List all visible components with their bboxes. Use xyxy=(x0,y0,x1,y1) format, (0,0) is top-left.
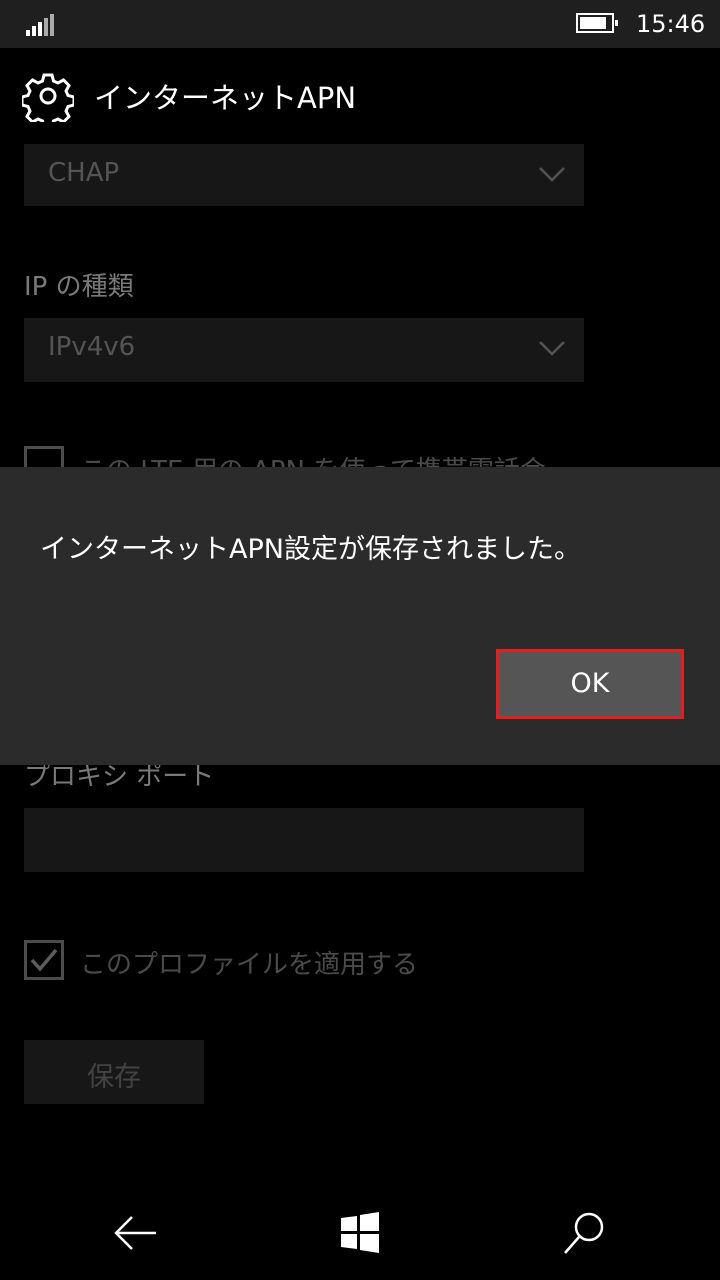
ip-type-label: IP の種類 xyxy=(24,272,134,302)
page-title: インターネットAPN xyxy=(94,81,357,115)
ok-button-label: OK xyxy=(570,668,610,699)
battery-icon xyxy=(576,13,618,33)
ip-type-dropdown[interactable]: IPv4v6 xyxy=(24,318,584,382)
navigation-bar xyxy=(0,1184,720,1280)
gear-icon xyxy=(22,73,74,122)
checkmark-icon xyxy=(30,948,58,972)
windows-logo-icon[interactable] xyxy=(337,1210,383,1256)
auth-type-dropdown[interactable]: CHAP xyxy=(24,144,584,206)
screen: 15:46 インターネットAPN CHAP IP の種類 IPv4v6 この L… xyxy=(0,0,720,1280)
message-dialog: インターネットAPN設定が保存されました。 OK xyxy=(0,467,720,765)
status-bar: 15:46 xyxy=(0,0,720,48)
save-button[interactable]: 保存 xyxy=(24,1040,204,1104)
dialog-message: インターネットAPN設定が保存されました。 xyxy=(40,534,581,565)
status-time: 15:46 xyxy=(636,10,706,38)
signal-bars-icon xyxy=(26,14,56,36)
chevron-down-icon xyxy=(539,167,565,182)
search-icon[interactable] xyxy=(562,1210,608,1256)
apply-profile-checkbox[interactable] xyxy=(24,940,64,980)
back-arrow-icon[interactable] xyxy=(112,1210,158,1256)
ok-button[interactable]: OK xyxy=(496,649,684,719)
proxy-port-input[interactable] xyxy=(24,808,584,872)
auth-type-value: CHAP xyxy=(48,158,120,188)
chevron-down-icon xyxy=(539,341,565,356)
page-header: インターネットAPN xyxy=(0,48,720,140)
save-button-label: 保存 xyxy=(87,1062,141,1093)
ip-type-value: IPv4v6 xyxy=(48,332,136,362)
apply-profile-label: このプロファイルを適用する xyxy=(80,950,419,980)
